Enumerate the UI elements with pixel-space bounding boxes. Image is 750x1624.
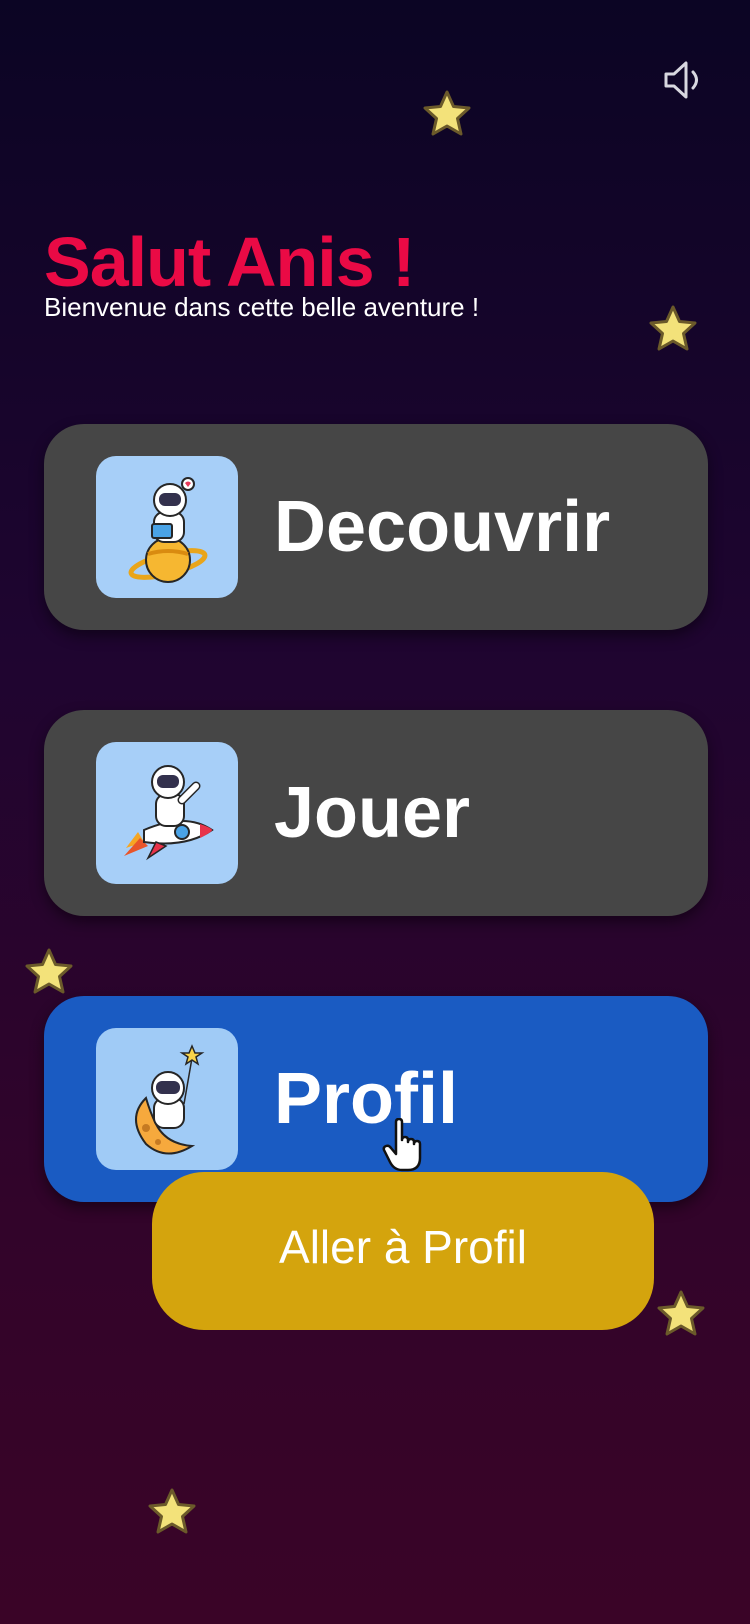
go-to-profile-button[interactable]: Aller à Profil (152, 1172, 654, 1330)
star-icon (646, 303, 700, 357)
star-icon (654, 1288, 708, 1342)
menu-card-label: Jouer (274, 773, 471, 853)
greeting-title: Salut Anis ! (44, 223, 415, 301)
star-icon (420, 88, 474, 142)
menu-card-decouvrir[interactable]: Decouvrir (44, 424, 708, 630)
menu-card-jouer[interactable]: Jouer (44, 710, 708, 916)
speaker-icon (664, 61, 698, 99)
astronaut-on-planet-reading-icon (96, 456, 238, 598)
star-icon (22, 946, 76, 1000)
star-icon (145, 1486, 199, 1540)
astronaut-on-moon-with-star-icon (96, 1028, 238, 1170)
sound-button[interactable] (660, 55, 710, 105)
astronaut-on-rocket-icon (96, 742, 238, 884)
greeting-subtitle: Bienvenue dans cette belle aventure ! (44, 292, 480, 322)
menu-card-label: Decouvrir (274, 487, 611, 567)
hand-cursor-icon (382, 1118, 422, 1172)
